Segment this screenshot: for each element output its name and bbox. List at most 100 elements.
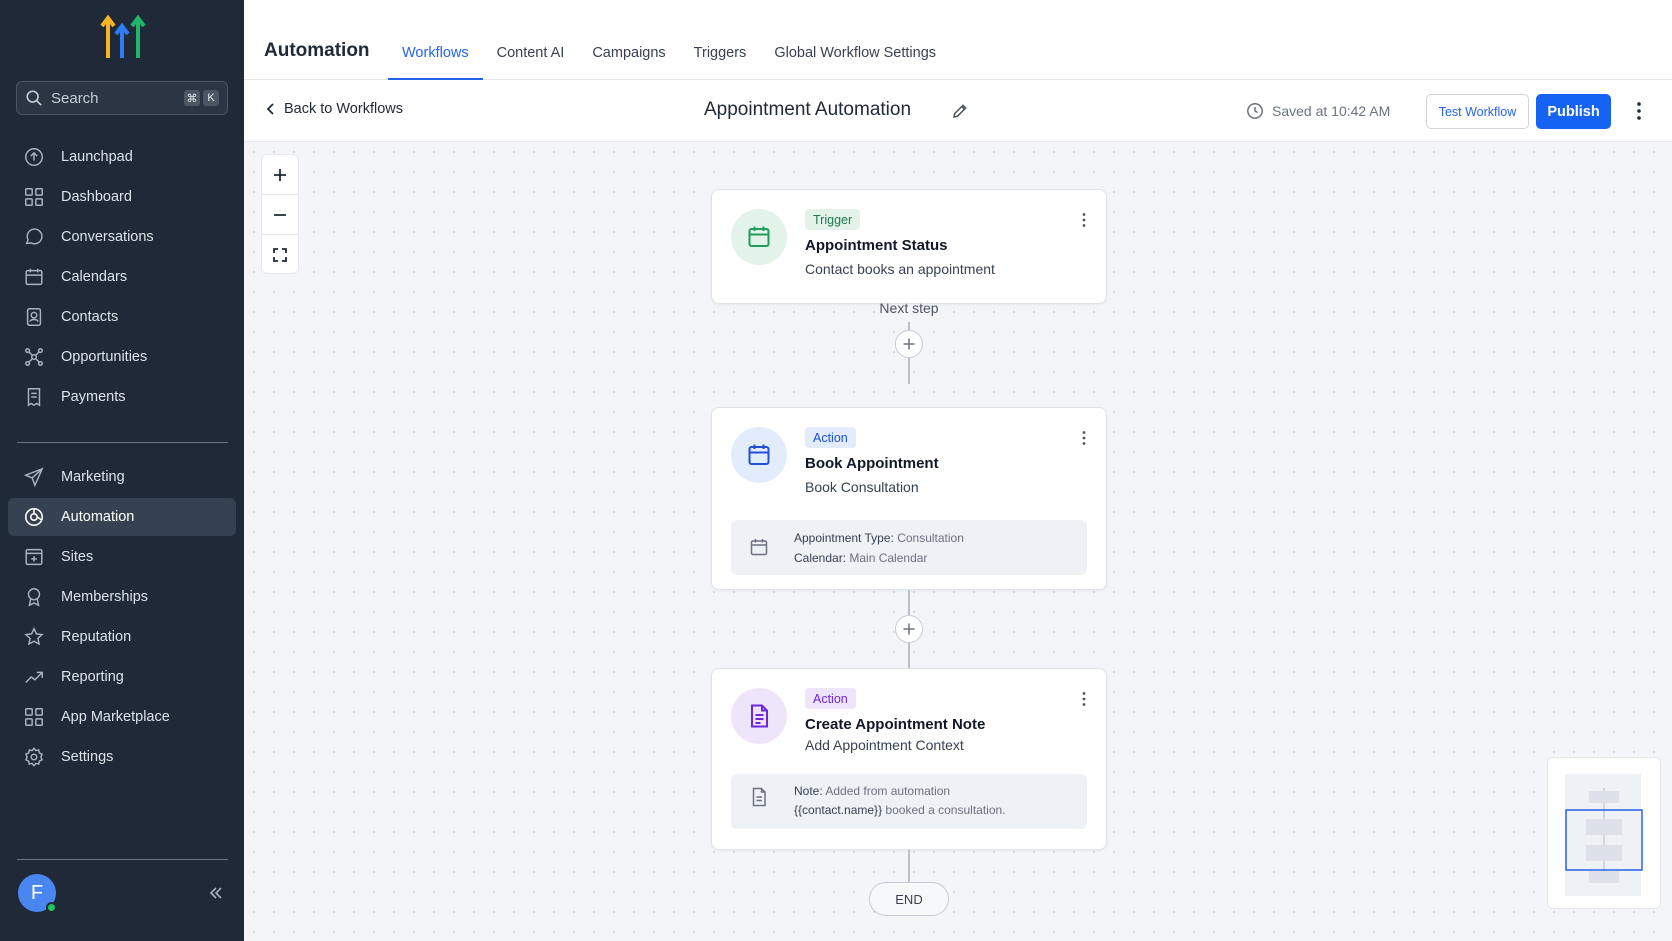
zoom-in-button[interactable] xyxy=(262,155,298,195)
card-menu-icon[interactable] xyxy=(1081,212,1087,228)
sidebar-item-calendars[interactable]: Calendars xyxy=(8,258,236,296)
card-menu-icon[interactable] xyxy=(1081,691,1087,707)
workflow-canvas[interactable]: Trigger Appointment Status Contact books… xyxy=(244,142,1672,941)
sidebar-item-contacts[interactable]: Contacts xyxy=(8,298,236,336)
tab-triggers[interactable]: Triggers xyxy=(680,0,761,80)
card-menu-icon[interactable] xyxy=(1081,430,1087,446)
action-details-box: Appointment Type: Consultation Calendar:… xyxy=(731,520,1087,575)
sidebar-divider xyxy=(17,859,228,860)
sidebar-item-dashboard[interactable]: Dashboard xyxy=(8,178,236,216)
sidebar-item-conversations[interactable]: Conversations xyxy=(8,218,236,256)
star-icon xyxy=(24,627,44,646)
sidebar-item-label: Opportunities xyxy=(61,349,148,365)
clock-icon xyxy=(1247,103,1263,119)
online-status-dot xyxy=(46,902,57,913)
tab-workflows[interactable]: Workflows xyxy=(388,0,483,80)
action-subtitle: Book Consultation xyxy=(805,479,919,495)
calendar-icon xyxy=(25,268,43,286)
sidebar-item-reputation[interactable]: Reputation xyxy=(8,618,236,656)
secondary-nav: Marketing Automation Sites Memberships R… xyxy=(8,458,236,776)
next-step-label: Next step xyxy=(879,300,939,316)
detail-label: Calendar: xyxy=(794,551,847,565)
opportunities-icon xyxy=(25,348,43,366)
user-avatar[interactable]: F xyxy=(18,874,57,913)
sidebar-item-label: Automation xyxy=(61,509,135,525)
shortcut-key-k: K xyxy=(203,90,219,106)
fullscreen-icon xyxy=(273,248,287,262)
sidebar-item-marketing[interactable]: Marketing xyxy=(8,458,236,496)
search-placeholder: Search xyxy=(51,89,99,107)
sidebar-item-payments[interactable]: Payments xyxy=(8,378,236,416)
add-step-button[interactable] xyxy=(895,330,923,358)
detail-value: Consultation xyxy=(897,531,964,545)
action-card-create-note[interactable]: Action Create Appointment Note Add Appoi… xyxy=(711,668,1107,850)
zoom-out-button[interactable] xyxy=(262,195,298,235)
sidebar-item-label: Conversations xyxy=(61,229,154,245)
document-icon xyxy=(751,704,768,728)
primary-nav: Launchpad Dashboard Conversations Calend… xyxy=(8,138,236,416)
trigger-title: Appointment Status xyxy=(805,237,948,254)
note-label: Note: xyxy=(794,784,823,798)
collapse-sidebar-icon[interactable] xyxy=(206,883,226,903)
sidebar-item-label: Sites xyxy=(61,549,94,565)
sidebar-item-label: Reputation xyxy=(61,629,132,645)
contacts-icon xyxy=(26,308,42,326)
action-icon-circle xyxy=(731,688,787,744)
publish-button[interactable]: Publish xyxy=(1536,94,1611,129)
test-workflow-button[interactable]: Test Workflow xyxy=(1426,94,1529,129)
tab-campaigns[interactable]: Campaigns xyxy=(578,0,679,80)
note-line-1: Note: Added from automation xyxy=(794,784,950,798)
document-icon xyxy=(752,787,766,807)
appointment-type-line: Appointment Type: Consultation xyxy=(794,531,964,545)
fit-view-button[interactable] xyxy=(262,235,298,273)
sidebar-item-automation[interactable]: Automation xyxy=(8,498,236,536)
note-line-2: {{contact.name}} booked a consultation. xyxy=(794,803,1006,817)
trigger-icon-circle xyxy=(731,209,787,265)
sidebar-item-opportunities[interactable]: Opportunities xyxy=(8,338,236,376)
sidebar-divider xyxy=(17,442,228,443)
minus-icon xyxy=(274,213,286,216)
tab-global-workflow-settings[interactable]: Global Workflow Settings xyxy=(760,0,950,80)
sidebar-item-memberships[interactable]: Memberships xyxy=(8,578,236,616)
sidebar-item-label: Settings xyxy=(61,749,114,765)
plus-icon xyxy=(903,338,915,350)
end-node: END xyxy=(869,882,949,916)
tab-content-ai[interactable]: Content AI xyxy=(483,0,579,80)
sidebar-item-label: Calendars xyxy=(61,269,128,285)
add-step-button[interactable] xyxy=(895,615,923,643)
save-status: Saved at 10:42 AM xyxy=(1246,102,1390,120)
sidebar-item-reporting[interactable]: Reporting xyxy=(8,658,236,696)
sidebar-item-label: Memberships xyxy=(61,589,149,605)
app-logo-icon xyxy=(100,14,146,58)
sidebar-item-launchpad[interactable]: Launchpad xyxy=(8,138,236,176)
top-header: Automation Workflows Content AI Campaign… xyxy=(244,0,1672,80)
sidebar-item-label: Dashboard xyxy=(61,189,132,205)
back-label: Back to Workflows xyxy=(284,101,403,117)
note-text: Added from automation xyxy=(825,784,951,798)
back-to-workflows-link[interactable]: Back to Workflows xyxy=(264,101,403,117)
apps-grid-icon xyxy=(25,708,43,726)
chat-bubble-icon xyxy=(25,228,43,245)
workflow-minimap[interactable] xyxy=(1547,757,1661,909)
receipt-icon xyxy=(27,388,41,407)
detail-value: Main Calendar xyxy=(849,551,928,565)
launchpad-icon xyxy=(25,148,43,166)
sidebar-item-settings[interactable]: Settings xyxy=(8,738,236,776)
sidebar-item-sites[interactable]: Sites xyxy=(8,538,236,576)
pencil-icon[interactable] xyxy=(951,102,969,120)
dashboard-icon xyxy=(25,188,43,206)
detail-label: Appointment Type: xyxy=(794,531,894,545)
more-options-icon[interactable] xyxy=(1635,101,1643,121)
sidebar-item-label: Contacts xyxy=(61,309,119,325)
search-input[interactable]: Search ⌘ K xyxy=(16,81,228,115)
sidebar-item-app-marketplace[interactable]: App Marketplace xyxy=(8,698,236,736)
zoom-controls xyxy=(261,154,299,274)
trend-icon xyxy=(25,671,43,684)
calendar-icon xyxy=(748,444,770,465)
trigger-subtitle: Contact books an appointment xyxy=(805,261,995,277)
avatar-initial: F xyxy=(30,881,44,904)
trigger-card[interactable]: Trigger Appointment Status Contact books… xyxy=(711,189,1107,304)
calendar-icon xyxy=(750,539,768,556)
sidebar-item-label: Reporting xyxy=(61,669,124,685)
action-card-book-appointment[interactable]: Action Book Appointment Book Consultatio… xyxy=(711,407,1107,590)
